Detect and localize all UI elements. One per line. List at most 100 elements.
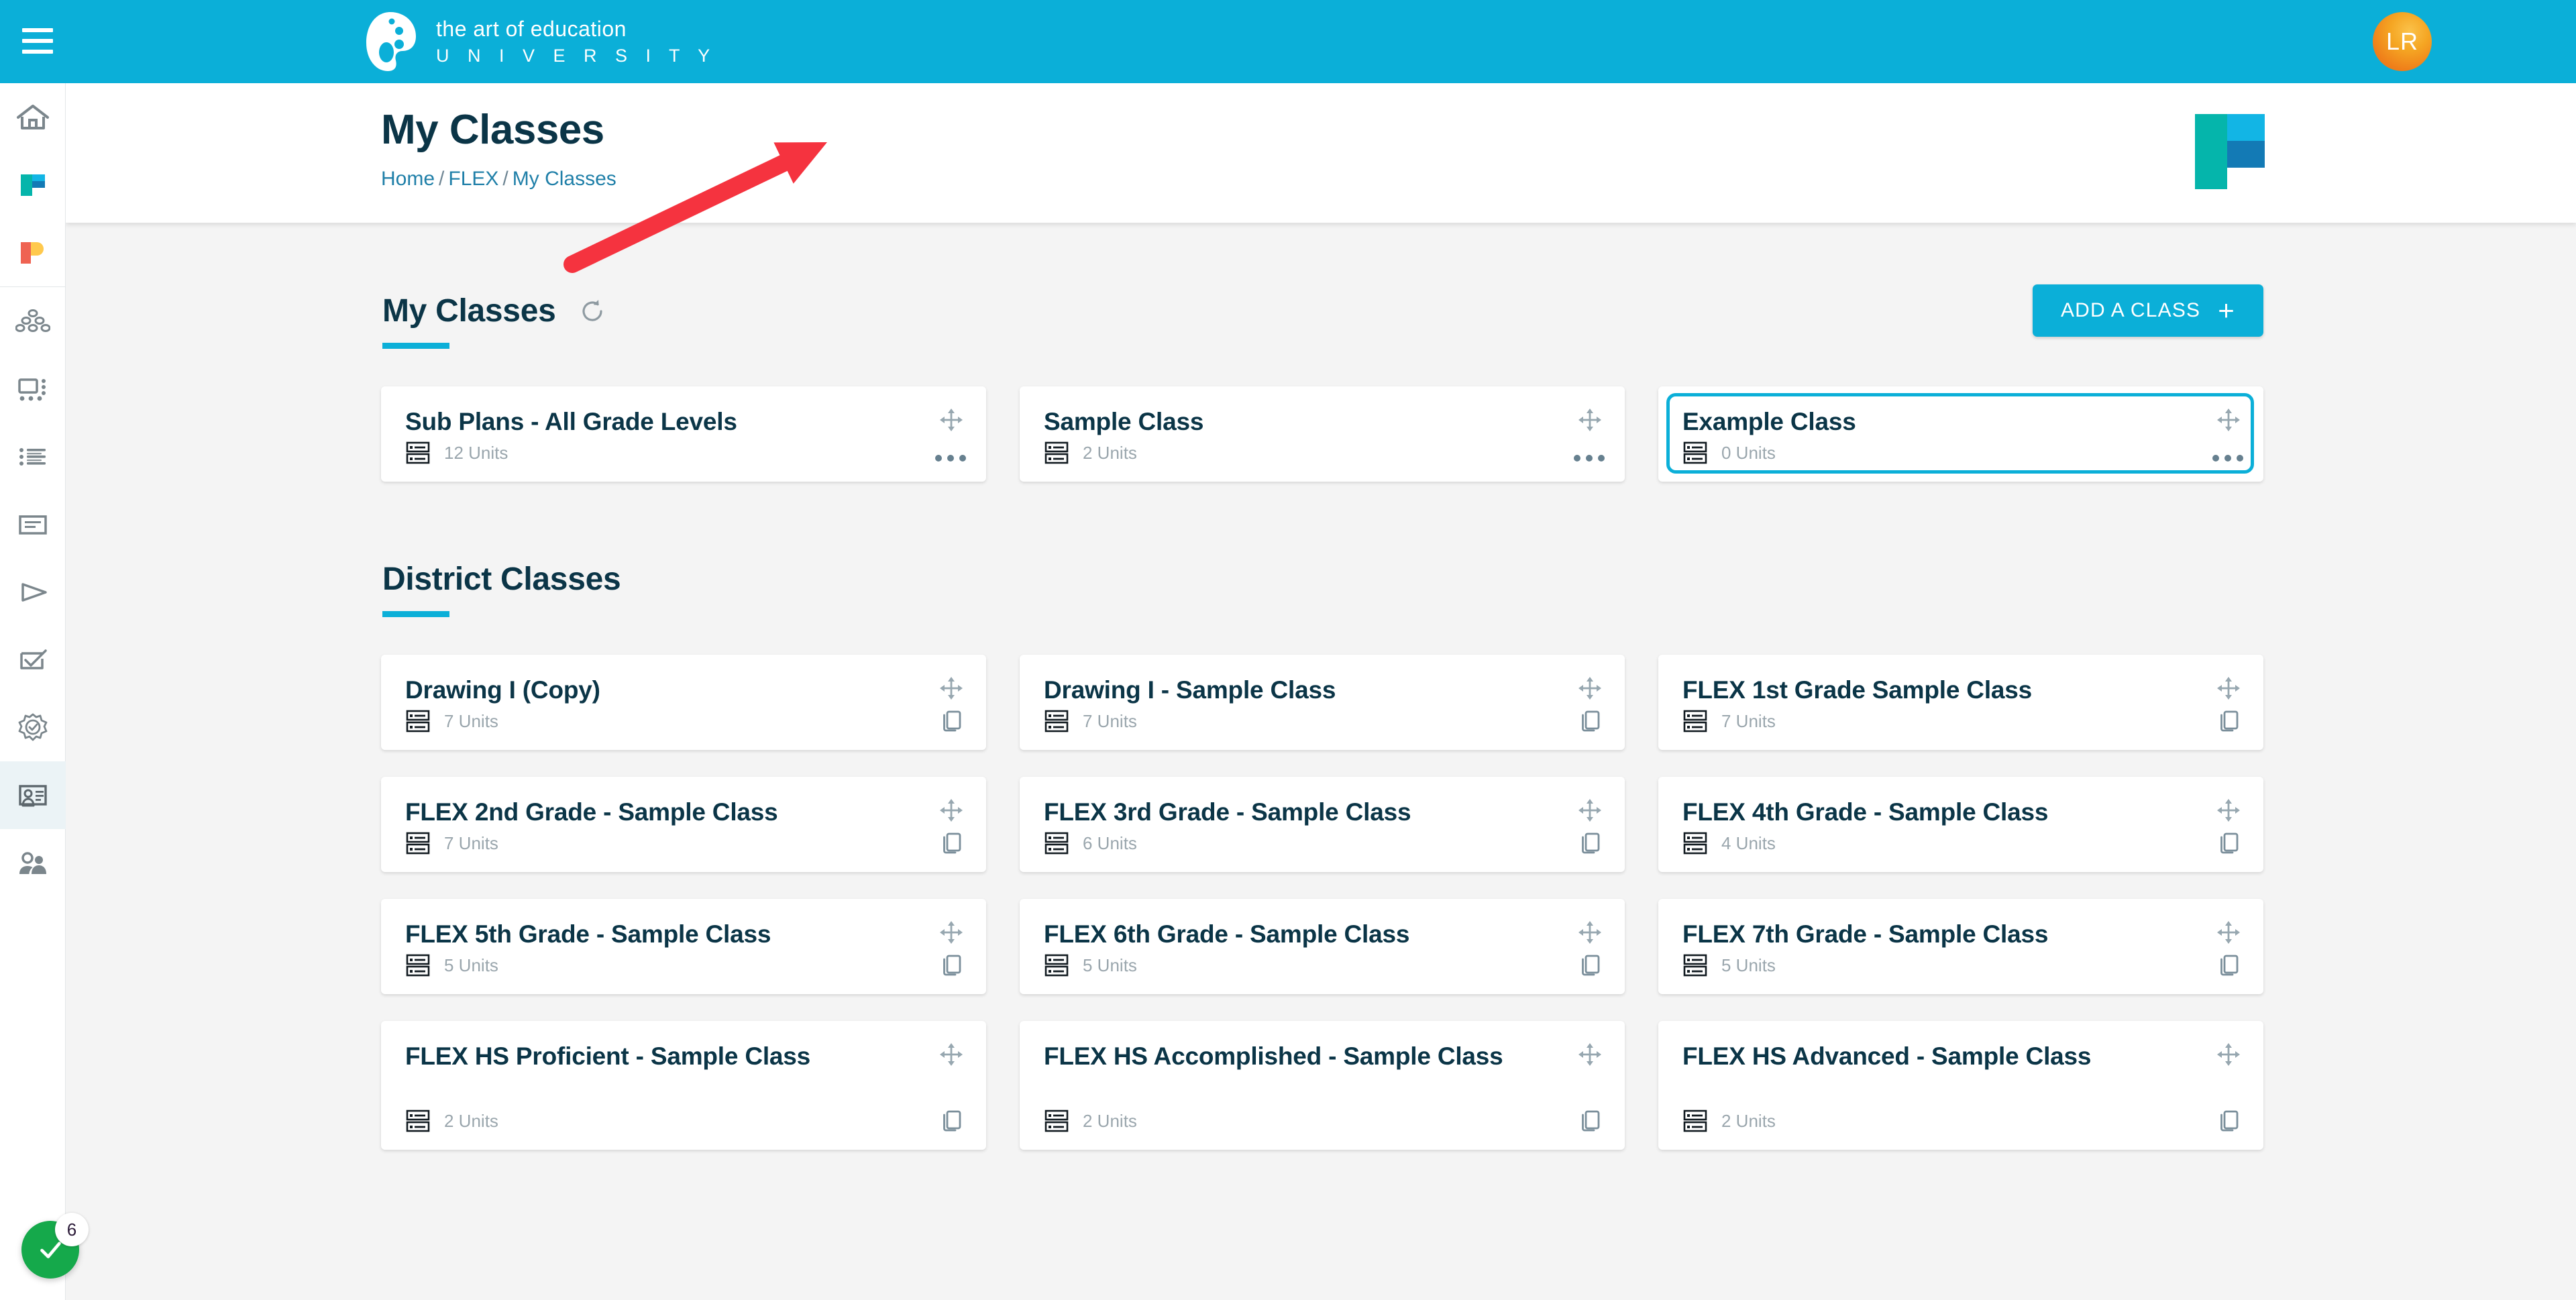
sidebar-item-dashboard[interactable] xyxy=(0,355,66,423)
class-card-units: 4 Units xyxy=(1721,832,1776,853)
sidebar-item-lists[interactable] xyxy=(0,423,66,490)
units-icon xyxy=(406,441,430,464)
district-classes-underline xyxy=(382,611,449,617)
sidebar-item-pro[interactable] xyxy=(0,219,66,286)
move-handle-icon[interactable] xyxy=(2215,919,2242,946)
class-card-title[interactable]: Example Class xyxy=(1682,407,1856,437)
sidebar-item-students[interactable] xyxy=(0,829,66,897)
duplicate-icon[interactable] xyxy=(939,1108,965,1134)
class-card-title[interactable]: FLEX HS Advanced - Sample Class xyxy=(1682,1041,2172,1071)
move-handle-icon[interactable] xyxy=(938,675,965,702)
duplicate-icon[interactable] xyxy=(2216,708,2242,734)
class-card-title[interactable]: FLEX 3rd Grade - Sample Class xyxy=(1044,797,1534,827)
duplicate-icon[interactable] xyxy=(1578,953,1603,978)
class-card[interactable]: Sample Class 2 Units xyxy=(1020,386,1625,482)
sidebar-item-community[interactable] xyxy=(0,287,66,355)
pro-logo-icon xyxy=(21,241,44,264)
class-card[interactable]: FLEX 2nd Grade - Sample Class 7 Units xyxy=(381,777,986,872)
class-card[interactable]: FLEX 5th Grade - Sample Class 5 Units xyxy=(381,899,986,994)
move-handle-icon[interactable] xyxy=(2215,407,2242,433)
duplicate-icon[interactable] xyxy=(939,953,965,978)
duplicate-icon[interactable] xyxy=(2216,1108,2242,1134)
class-card[interactable]: FLEX 6th Grade - Sample Class 5 Units xyxy=(1020,899,1625,994)
class-card-meta: 4 Units xyxy=(1682,830,1776,856)
list-icon xyxy=(19,447,46,466)
flex-logo-mark-icon xyxy=(2195,114,2265,189)
class-card-meta: 5 Units xyxy=(1044,953,1137,978)
class-card[interactable]: FLEX 1st Grade Sample Class 7 Units xyxy=(1658,655,2263,750)
district-classes-section-header: District Classes xyxy=(382,561,2576,598)
class-card-title[interactable]: Drawing I (Copy) xyxy=(405,675,895,705)
class-card-title[interactable]: Sub Plans - All Grade Levels xyxy=(405,407,895,437)
move-handle-icon[interactable] xyxy=(938,1041,965,1068)
sidebar-item-assessments[interactable] xyxy=(0,626,66,694)
breadcrumb-item-home[interactable]: Home xyxy=(381,168,435,190)
class-card-title[interactable]: FLEX 1st Grade Sample Class xyxy=(1682,675,2172,705)
move-handle-icon[interactable] xyxy=(2215,1041,2242,1068)
sidebar-item-classes[interactable] xyxy=(0,761,66,829)
class-card[interactable]: FLEX HS Proficient - Sample Class 2 Units xyxy=(381,1021,986,1150)
help-checkmark-button[interactable]: 6 xyxy=(21,1213,89,1279)
app-root: the art of education U N I V E R S I T Y… xyxy=(0,0,2576,1300)
sidebar-item-standards[interactable] xyxy=(0,694,66,761)
duplicate-icon[interactable] xyxy=(2216,953,2242,978)
class-card-title[interactable]: FLEX 5th Grade - Sample Class xyxy=(405,919,895,949)
duplicate-icon[interactable] xyxy=(2216,830,2242,856)
class-card[interactable]: FLEX HS Accomplished - Sample Class 2 Uni… xyxy=(1020,1021,1625,1150)
class-card[interactable]: Drawing I - Sample Class 7 Units xyxy=(1020,655,1625,750)
class-card-title[interactable]: FLEX 7th Grade - Sample Class xyxy=(1682,919,2172,949)
sidebar-item-articles[interactable] xyxy=(0,490,66,558)
units-icon xyxy=(406,710,430,733)
community-icon xyxy=(15,309,50,332)
breadcrumb-item-flex[interactable]: FLEX xyxy=(448,168,498,190)
duplicate-icon[interactable] xyxy=(1578,830,1603,856)
class-card[interactable]: FLEX 3rd Grade - Sample Class 6 Units xyxy=(1020,777,1625,872)
class-card-title[interactable]: FLEX HS Accomplished - Sample Class xyxy=(1044,1041,1534,1071)
move-handle-icon[interactable] xyxy=(1576,1041,1603,1068)
breadcrumb-item-my-classes[interactable]: My Classes xyxy=(513,168,616,190)
sidebar-item-home[interactable] xyxy=(0,83,66,151)
move-handle-icon[interactable] xyxy=(1576,797,1603,824)
move-handle-icon[interactable] xyxy=(1576,919,1603,946)
brand-line-2: U N I V E R S I T Y xyxy=(436,46,717,66)
duplicate-icon[interactable] xyxy=(939,708,965,734)
breadcrumb-separator: / xyxy=(439,168,445,190)
add-a-class-button[interactable]: ADD A CLASS + xyxy=(2032,284,2263,337)
sidebar-item-videos[interactable] xyxy=(0,558,66,626)
class-card[interactable]: Example Class 0 Units xyxy=(1658,386,2263,482)
move-handle-icon[interactable] xyxy=(938,919,965,946)
avatar[interactable]: LR xyxy=(2373,12,2432,71)
play-icon xyxy=(21,582,47,602)
class-card[interactable]: Sub Plans - All Grade Levels 12 Units xyxy=(381,386,986,482)
move-handle-icon[interactable] xyxy=(1576,675,1603,702)
refresh-icon[interactable] xyxy=(579,298,606,325)
my-classes-underline xyxy=(382,343,449,349)
more-options-icon[interactable] xyxy=(1574,455,1605,462)
class-card-title[interactable]: Drawing I - Sample Class xyxy=(1044,675,1534,705)
sidebar-item-flex[interactable] xyxy=(0,151,66,219)
class-card[interactable]: FLEX 7th Grade - Sample Class 5 Units xyxy=(1658,899,2263,994)
class-card-title[interactable]: Sample Class xyxy=(1044,407,1534,437)
more-options-icon[interactable] xyxy=(935,455,966,462)
class-card[interactable]: FLEX HS Advanced - Sample Class 2 Units xyxy=(1658,1021,2263,1150)
class-card[interactable]: FLEX 4th Grade - Sample Class 4 Units xyxy=(1658,777,2263,872)
main-content: My Classes ADD A CLASS + Sub Plans - All… xyxy=(66,223,2576,1300)
duplicate-icon[interactable] xyxy=(1578,708,1603,734)
duplicate-icon[interactable] xyxy=(939,830,965,856)
class-card-title[interactable]: FLEX 4th Grade - Sample Class xyxy=(1682,797,2172,827)
duplicate-icon[interactable] xyxy=(1578,1108,1603,1134)
move-handle-icon[interactable] xyxy=(938,407,965,433)
class-card-title[interactable]: FLEX 2nd Grade - Sample Class xyxy=(405,797,895,827)
class-card-units: 2 Units xyxy=(444,1110,498,1131)
hamburger-menu-icon[interactable] xyxy=(22,28,53,54)
move-handle-icon[interactable] xyxy=(1576,407,1603,433)
move-handle-icon[interactable] xyxy=(2215,675,2242,702)
move-handle-icon[interactable] xyxy=(938,797,965,824)
more-options-icon[interactable] xyxy=(2212,455,2243,462)
brand-logo[interactable]: the art of education U N I V E R S I T Y xyxy=(362,8,716,75)
move-handle-icon[interactable] xyxy=(2215,797,2242,824)
class-card-title[interactable]: FLEX HS Proficient - Sample Class xyxy=(405,1041,895,1071)
top-bar: the art of education U N I V E R S I T Y… xyxy=(0,0,2576,83)
class-card-title[interactable]: FLEX 6th Grade - Sample Class xyxy=(1044,919,1534,949)
class-card[interactable]: Drawing I (Copy) 7 Units xyxy=(381,655,986,750)
